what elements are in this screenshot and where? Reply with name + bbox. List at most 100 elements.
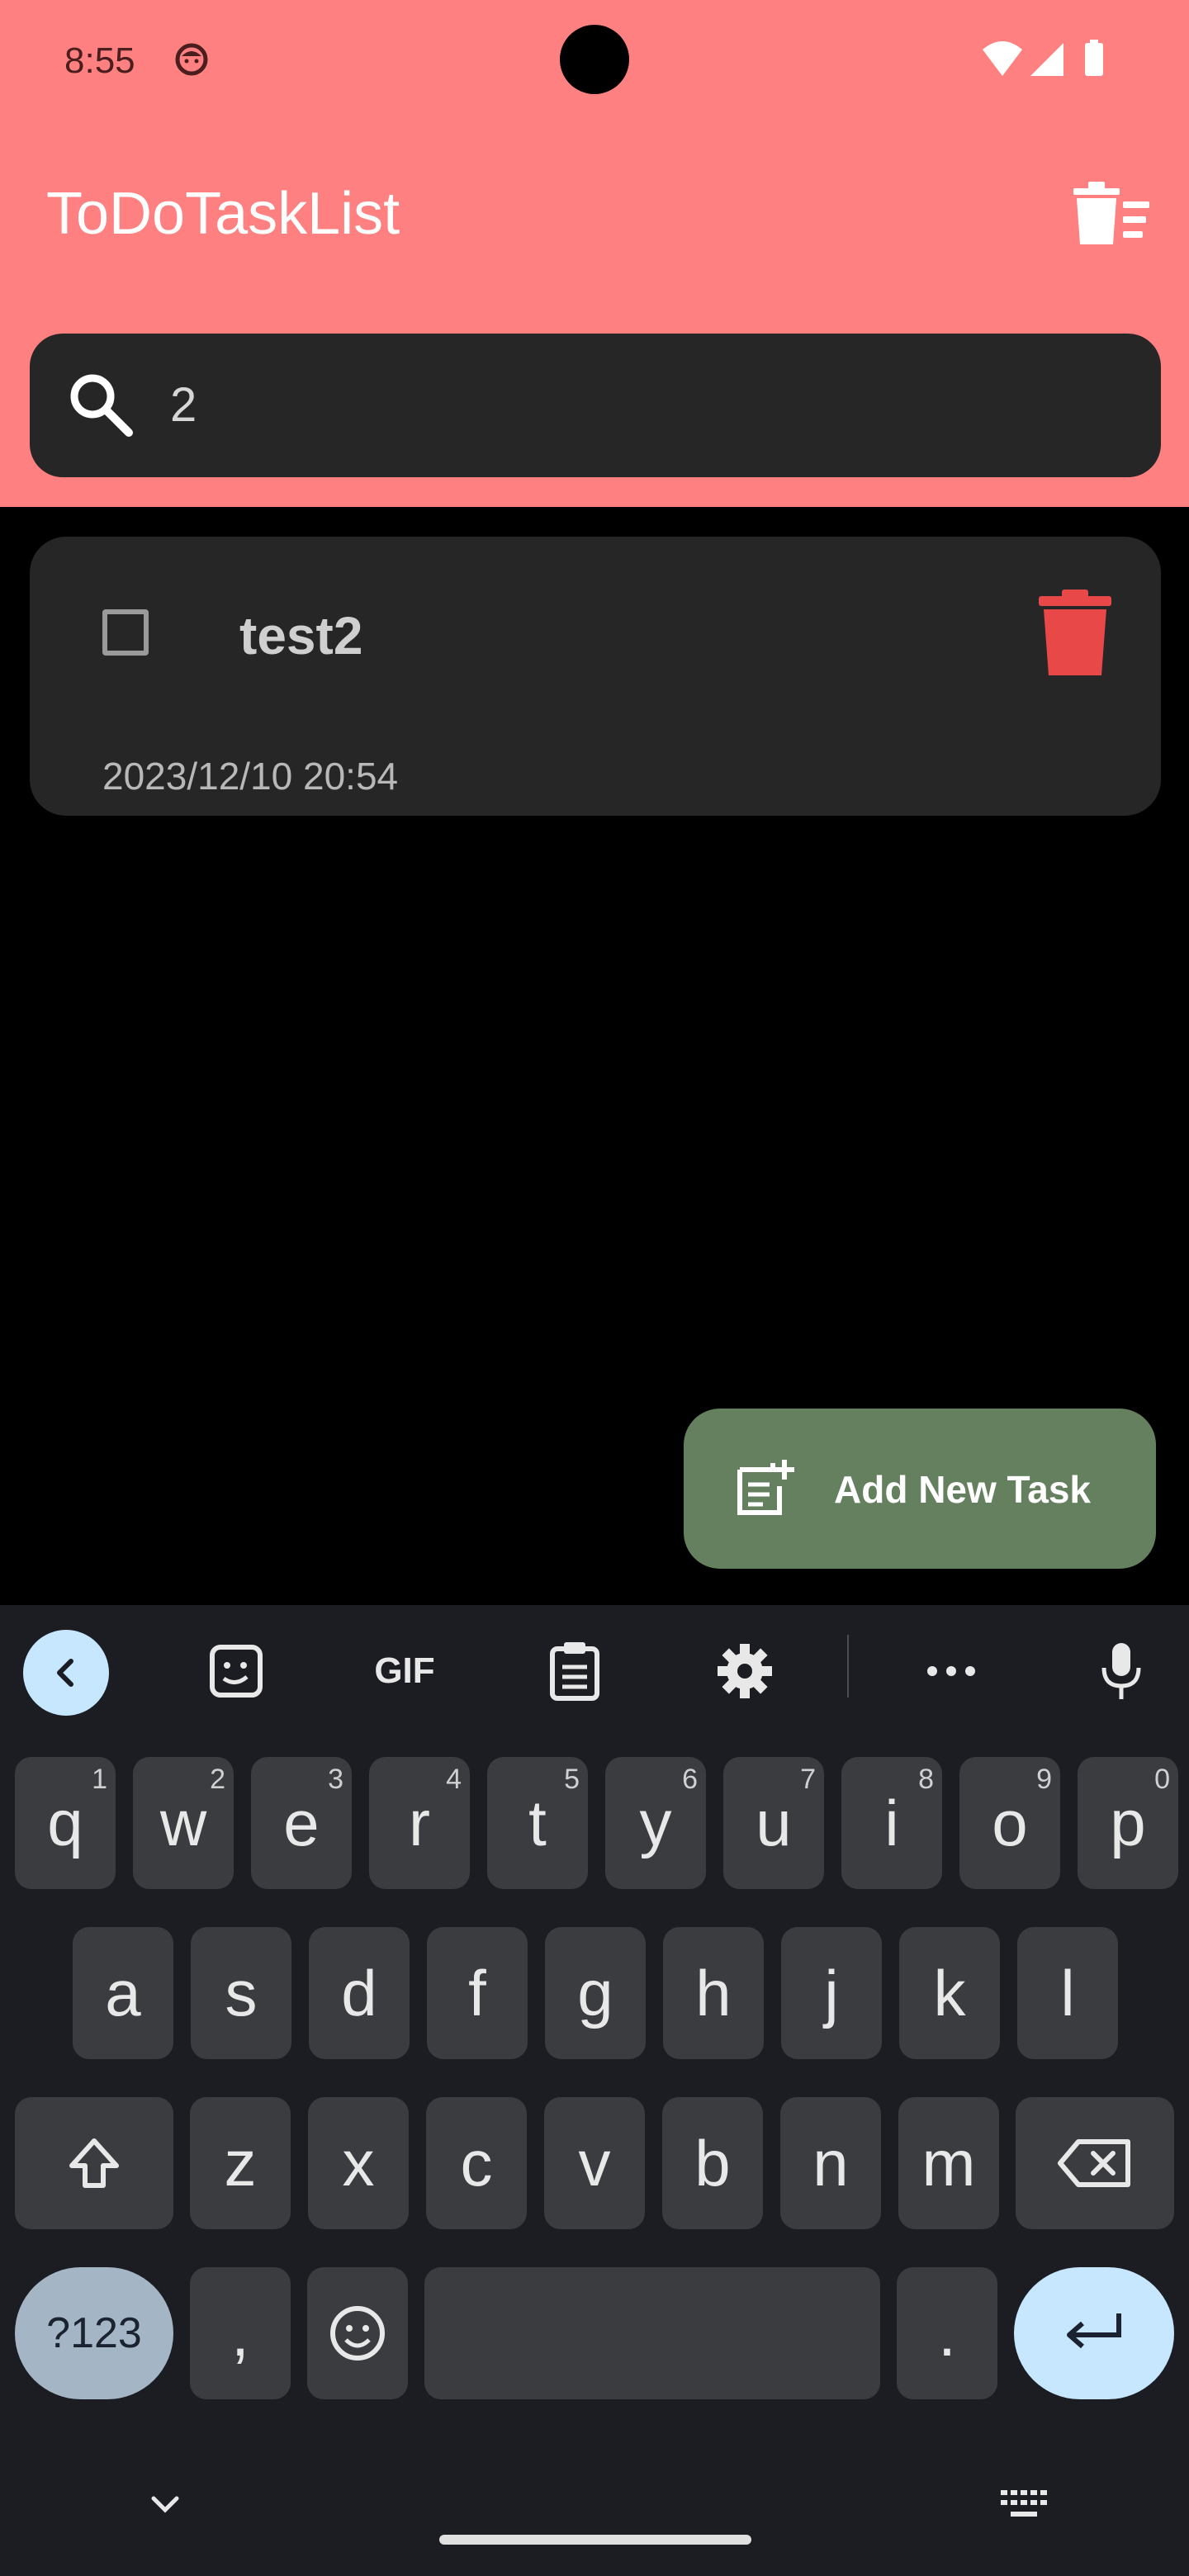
key-o[interactable]: o9 (959, 1757, 1060, 1889)
key-m-label: m (921, 2126, 976, 2200)
key-p[interactable]: p0 (1078, 1757, 1178, 1889)
key-r[interactable]: r4 (369, 1757, 470, 1889)
enter-key[interactable] (1014, 2267, 1174, 2399)
key-y-label: y (639, 1786, 672, 1859)
key-z-label: z (224, 2126, 257, 2200)
key-q-label: q (47, 1786, 83, 1859)
task-checkbox[interactable] (102, 609, 149, 656)
key-j-label: j (824, 1956, 839, 2029)
key-b-label: b (694, 2126, 731, 2200)
key-x[interactable]: x (308, 2097, 409, 2229)
space-key[interactable] (424, 2267, 880, 2399)
key-f[interactable]: f (427, 1927, 528, 2059)
key-l[interactable]: l (1017, 1927, 1118, 2059)
key-k-label: k (933, 1956, 966, 2029)
key-v-label: v (578, 2126, 611, 2200)
key-w-label: w (159, 1786, 207, 1859)
key-p-label: p (1110, 1786, 1146, 1859)
task-date: 2023/12/10 20:54 (102, 755, 399, 798)
key-i[interactable]: i8 (841, 1757, 942, 1889)
key-hint-number: 4 (446, 1764, 462, 1795)
toolbar-divider (847, 1635, 849, 1698)
key-u-label: u (756, 1786, 792, 1859)
more-options-button[interactable] (910, 1630, 992, 1712)
key-t-label: t (528, 1786, 547, 1859)
key-hint-number: 8 (918, 1764, 934, 1795)
key-hint-number: 3 (328, 1764, 343, 1795)
key-g-label: g (577, 1956, 613, 2029)
home-indicator[interactable] (439, 2535, 751, 2545)
emoji-key[interactable] (307, 2267, 408, 2399)
backspace-key[interactable] (1016, 2097, 1174, 2229)
period-key-label: . (938, 2296, 956, 2370)
key-h-label: h (695, 1956, 732, 2029)
delete-all-button[interactable] (1070, 177, 1153, 251)
key-j[interactable]: j (781, 1927, 882, 2059)
key-m[interactable]: m (898, 2097, 999, 2229)
enter-icon (1067, 2313, 1121, 2349)
key-i-label: i (884, 1786, 899, 1859)
key-l-label: l (1060, 1956, 1075, 2029)
clipboard-button[interactable] (533, 1630, 616, 1712)
shift-icon (69, 2138, 119, 2188)
key-s[interactable]: s (191, 1927, 291, 2059)
comma-key[interactable]: , (190, 2267, 291, 2399)
symbols-key[interactable]: ?123 (15, 2267, 173, 2399)
key-q[interactable]: q1 (15, 1757, 116, 1889)
key-z[interactable]: z (190, 2097, 291, 2229)
soft-keyboard (0, 1605, 1189, 2576)
period-key[interactable]: . (897, 2267, 997, 2399)
chevron-down-icon[interactable] (140, 2485, 190, 2526)
key-b[interactable]: b (662, 2097, 763, 2229)
gif-label: GIF (374, 1650, 435, 1691)
key-hint-number: 7 (800, 1764, 816, 1795)
delete-task-button[interactable] (1035, 588, 1115, 679)
comma-key-label: , (231, 2296, 249, 2370)
key-hint-number: 6 (682, 1764, 698, 1795)
chevron-left-icon (57, 1659, 73, 1687)
more-horizontal-icon (927, 1666, 975, 1676)
key-h[interactable]: h (663, 1927, 764, 2059)
page-title: ToDoTaskList (46, 181, 400, 247)
keyboard-settings-button[interactable] (703, 1630, 786, 1712)
key-r-label: r (409, 1786, 430, 1859)
note-add-icon (737, 1460, 794, 1515)
key-u[interactable]: u7 (723, 1757, 824, 1889)
key-d-label: d (341, 1956, 377, 2029)
notification-icon (175, 43, 208, 76)
key-f-label: f (468, 1956, 486, 2029)
keyboard-collapse-button[interactable] (23, 1630, 109, 1716)
key-t[interactable]: t5 (487, 1757, 588, 1889)
key-c[interactable]: c (426, 2097, 527, 2229)
key-e[interactable]: e3 (251, 1757, 352, 1889)
voice-input-button[interactable] (1080, 1630, 1163, 1712)
shift-key[interactable] (15, 2097, 173, 2229)
key-a[interactable]: a (73, 1927, 173, 2059)
key-k[interactable]: k (899, 1927, 1000, 2059)
signal-icon (1030, 43, 1063, 76)
sticker-icon (210, 1645, 263, 1698)
status-icons (983, 40, 1103, 76)
key-a-label: a (105, 1956, 141, 2029)
battery-icon (1085, 40, 1103, 76)
status-time: 8:55 (64, 40, 135, 81)
key-v[interactable]: v (544, 2097, 645, 2229)
clipboard-icon (550, 1642, 599, 1701)
key-w[interactable]: w2 (133, 1757, 234, 1889)
key-n[interactable]: n (780, 2097, 881, 2229)
search-input[interactable] (170, 367, 1128, 443)
key-y[interactable]: y6 (605, 1757, 706, 1889)
key-e-label: e (283, 1786, 320, 1859)
gif-button[interactable]: GIF (363, 1630, 446, 1712)
key-s-label: s (225, 1956, 258, 2029)
key-c-label: c (460, 2126, 493, 2200)
key-d[interactable]: d (309, 1927, 410, 2059)
keyboard-switch-icon[interactable] (999, 2487, 1049, 2523)
symbols-key-label: ?123 (46, 2309, 142, 2357)
sticker-button[interactable] (195, 1630, 277, 1712)
key-n-label: n (812, 2126, 849, 2200)
key-o-label: o (992, 1786, 1028, 1859)
key-hint-number: 0 (1154, 1764, 1170, 1795)
add-task-label: Add New Task (834, 1468, 1091, 1511)
key-g[interactable]: g (545, 1927, 646, 2059)
